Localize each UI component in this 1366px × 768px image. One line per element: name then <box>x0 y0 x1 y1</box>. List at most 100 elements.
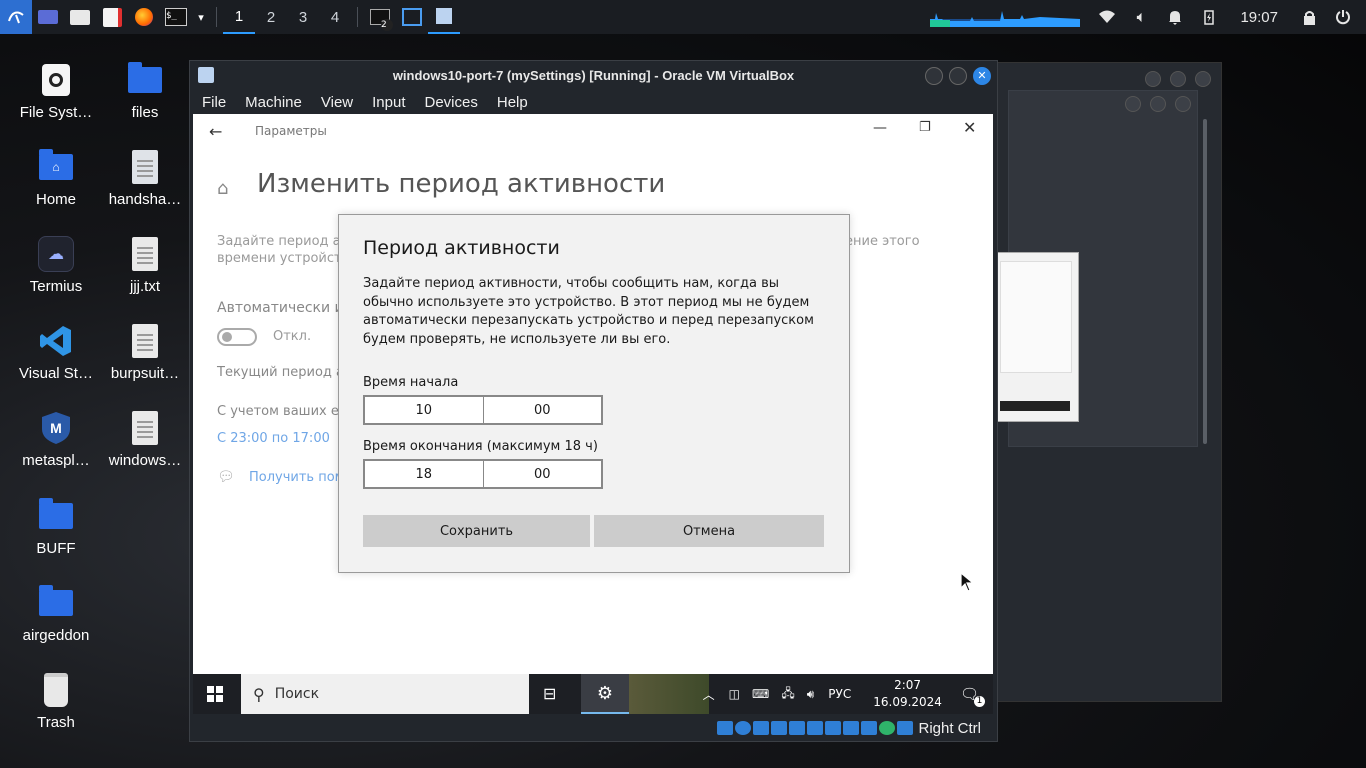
wifi-icon[interactable] <box>1090 0 1124 34</box>
desktop-icon-home[interactable]: ⌂ Home <box>10 147 102 208</box>
start-hour-field[interactable]: 10 <box>365 397 484 423</box>
virtualbox-window[interactable]: windows10-port-7 (mySettings) [Running] … <box>189 60 998 742</box>
maximize-button[interactable] <box>1150 96 1166 112</box>
cpu-activity-icon[interactable] <box>879 721 896 735</box>
system-tray: 🔈︎ 19:07 <box>930 0 1366 34</box>
end-minute-field[interactable]: 00 <box>484 461 602 487</box>
desktop-icon-vscode[interactable]: Visual St… <box>10 321 102 382</box>
scrollbar[interactable] <box>1203 119 1207 444</box>
terminal-window-icon[interactable]: 2 <box>364 0 396 34</box>
menu-help[interactable]: Help <box>490 94 535 111</box>
minimize-button[interactable] <box>925 67 943 85</box>
window-thumbnail[interactable] <box>995 252 1079 422</box>
network-icon[interactable]: 🖧 <box>781 684 794 705</box>
workspace-3[interactable]: 3 <box>287 0 319 34</box>
keyboard-icon[interactable]: ⌨ <box>752 687 769 701</box>
win-restore-button[interactable]: ❐ <box>919 120 931 135</box>
action-center-icon[interactable]: 🗨︎ 1 <box>960 685 985 707</box>
guest-screen[interactable]: ← Параметры — ❐ ✕ ⌂ Изменить период акти… <box>193 114 993 714</box>
minimize-button[interactable] <box>1145 71 1161 87</box>
vbox-statusbar: Right Ctrl <box>190 716 997 740</box>
menu-machine[interactable]: Machine <box>238 94 309 111</box>
show-desktop-icon[interactable] <box>32 0 64 34</box>
host-key-label: Right Ctrl <box>918 719 981 737</box>
maximize-button[interactable] <box>949 67 967 85</box>
desktop-icon-buff[interactable]: BUFF <box>10 496 102 557</box>
desktop-icon-burpsuite[interactable]: burpsuit… <box>99 321 191 382</box>
end-time-picker[interactable]: 18 00 <box>363 459 603 489</box>
usb-icon[interactable] <box>789 721 806 735</box>
shared-folders-icon[interactable] <box>807 721 824 735</box>
network-adapter-icon[interactable] <box>771 721 788 735</box>
start-minute-field[interactable]: 00 <box>484 397 602 423</box>
meet-now-icon[interactable]: ◫ <box>729 687 740 701</box>
based-on-label: С учетом ваших еж <box>217 404 351 419</box>
start-time-picker[interactable]: 10 00 <box>363 395 603 425</box>
video-capture-icon[interactable] <box>843 721 860 735</box>
show-hidden-icons-chevron-icon[interactable]: ︿ <box>703 686 715 703</box>
display-icon[interactable] <box>825 721 842 735</box>
workspace-4[interactable]: 4 <box>319 0 351 34</box>
virtualization-icon[interactable] <box>861 721 878 735</box>
panel-clock[interactable]: 19:07 <box>1226 9 1292 26</box>
power-icon[interactable] <box>1326 0 1360 34</box>
audio-icon[interactable] <box>753 721 770 735</box>
file-manager-icon[interactable] <box>64 0 96 34</box>
end-hour-field[interactable]: 18 <box>365 461 484 487</box>
save-button[interactable]: Сохранить <box>363 515 590 547</box>
workspace-2[interactable]: 2 <box>255 0 287 34</box>
desktop-icon-jjj[interactable]: jjj.txt <box>99 234 191 295</box>
cancel-button[interactable]: Отмена <box>594 515 824 547</box>
virtualbox-taskbar-icon[interactable] <box>428 0 460 34</box>
notification-bell-icon[interactable] <box>1158 0 1192 34</box>
auto-adjust-toggle[interactable] <box>217 328 257 346</box>
back-arrow-icon[interactable]: ← <box>209 122 222 141</box>
close-button[interactable]: ✕ <box>973 67 991 85</box>
home-icon[interactable]: ⌂ <box>217 178 228 199</box>
battery-charging-icon[interactable] <box>1192 0 1226 34</box>
home-folder-icon: ⌂ <box>36 147 76 187</box>
window-title: windows10-port-7 (mySettings) [Running] … <box>392 67 795 83</box>
settings-gear-icon[interactable]: ⚙ <box>581 674 629 714</box>
lock-screen-icon[interactable] <box>1292 0 1326 34</box>
menu-input[interactable]: Input <box>365 94 412 111</box>
win-close-button[interactable]: ✕ <box>963 118 976 137</box>
input-language[interactable]: РУС <box>828 687 851 701</box>
active-period-link[interactable]: С 23:00 по 17:00 <box>217 431 330 446</box>
optical-drive-icon[interactable] <box>735 721 752 735</box>
mouse-integration-icon[interactable] <box>897 721 914 735</box>
firefox-icon[interactable] <box>128 0 160 34</box>
windows-start-icon[interactable] <box>207 686 223 706</box>
menu-devices[interactable]: Devices <box>418 94 485 111</box>
close-button[interactable] <box>1195 71 1211 87</box>
menu-view[interactable]: View <box>314 94 360 111</box>
taskbar-clock[interactable]: 2:07 16.09.2024 <box>873 677 942 711</box>
win-minimize-button[interactable]: — <box>873 120 887 136</box>
taskbar-search-box[interactable]: ⚲ Поиск <box>241 674 529 714</box>
menu-file[interactable]: File <box>195 94 233 111</box>
virtualbox-icon <box>198 67 214 83</box>
disk-icon <box>36 60 76 100</box>
desktop-icon-metasploit[interactable]: M metaspl… <box>10 408 102 469</box>
volume-icon[interactable]: 🔈︎ <box>1124 0 1158 34</box>
text-editor-icon[interactable] <box>96 0 128 34</box>
maximize-button[interactable] <box>1170 71 1186 87</box>
minimize-button[interactable] <box>1125 96 1141 112</box>
chevron-down-icon[interactable]: ▾ <box>192 0 210 34</box>
image-viewer-icon[interactable] <box>396 0 428 34</box>
get-help-link[interactable]: Получить пом <box>249 470 345 485</box>
workspace-1[interactable]: 1 <box>223 0 255 34</box>
kali-menu-icon[interactable] <box>0 0 32 34</box>
speaker-icon[interactable]: 🔊︎ <box>807 687 815 702</box>
desktop-icon-filesystem[interactable]: File Syst… <box>10 60 102 121</box>
desktop-icon-files[interactable]: files <box>99 60 191 121</box>
desktop-icon-handshake[interactable]: handsha… <box>99 147 191 208</box>
terminal-icon[interactable]: $_ <box>160 0 192 34</box>
desktop-icon-airgeddon[interactable]: airgeddon <box>10 583 102 644</box>
desktop-icon-trash[interactable]: Trash <box>10 670 102 731</box>
desktop-icon-windows-file[interactable]: windows… <box>99 408 191 469</box>
hard-disk-icon[interactable] <box>717 721 734 735</box>
close-button[interactable] <box>1175 96 1191 112</box>
task-view-icon[interactable]: ⊟ <box>543 684 556 703</box>
desktop-icon-termius[interactable]: ☁ Termius <box>10 234 102 295</box>
